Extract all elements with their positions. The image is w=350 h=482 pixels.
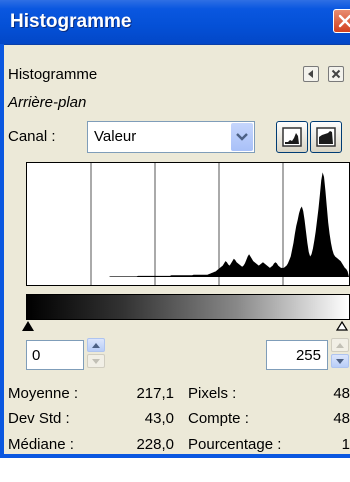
- range-low-value: 0: [32, 347, 41, 364]
- percentage-value: 1: [341, 436, 350, 453]
- pixels-value: 48: [333, 385, 350, 402]
- window-frame-left: [0, 44, 4, 458]
- range-high-input[interactable]: 255: [266, 340, 328, 370]
- channel-dropdown-button[interactable]: [231, 123, 253, 151]
- range-high-value: 255: [295, 347, 321, 364]
- log-scale-button[interactable]: [310, 121, 342, 153]
- channel-value: Valeur: [94, 128, 137, 145]
- range-low-increment[interactable]: [87, 338, 105, 352]
- histogram-view[interactable]: [26, 162, 350, 286]
- std-dev-value: 43,0: [144, 410, 174, 427]
- range-high-handle[interactable]: [335, 318, 349, 335]
- window-close-button[interactable]: [333, 9, 350, 33]
- linear-scale-button[interactable]: [276, 121, 308, 153]
- window-frame-bottom: [0, 454, 350, 458]
- channel-select[interactable]: Valeur: [87, 121, 255, 153]
- histogram-area: [27, 172, 349, 277]
- median-value: 228,0: [136, 436, 174, 453]
- range-low-decrement[interactable]: [87, 354, 105, 368]
- median-label: Médiane :: [8, 436, 74, 453]
- histogram-plot: [27, 163, 349, 285]
- range-high-decrement[interactable]: [331, 354, 349, 368]
- value-gradient-bar: [26, 294, 350, 320]
- mean-value: 217,1: [136, 385, 174, 402]
- histogram-window: Histogramme Histogramme Arrière-plan Can…: [0, 0, 350, 458]
- range-high-increment[interactable]: [331, 338, 349, 352]
- count-label: Compte :: [188, 410, 249, 427]
- channel-label: Canal :: [8, 128, 56, 145]
- dialog-heading: Histogramme: [8, 66, 98, 83]
- panel-close-button[interactable]: [328, 66, 344, 82]
- percentage-label: Pourcentage :: [188, 436, 282, 453]
- range-low-input[interactable]: 0: [26, 340, 84, 370]
- window-title: Histogramme: [10, 11, 132, 32]
- title-bar[interactable]: Histogramme: [0, 0, 350, 45]
- range-low-handle[interactable]: [22, 318, 34, 335]
- std-dev-label: Dev Std :: [8, 410, 70, 427]
- pixels-label: Pixels :: [188, 385, 237, 402]
- count-value: 48: [333, 410, 350, 427]
- layer-name: Arrière-plan: [8, 94, 87, 111]
- mean-label: Moyenne :: [8, 385, 79, 402]
- tab-menu-button[interactable]: [303, 66, 319, 82]
